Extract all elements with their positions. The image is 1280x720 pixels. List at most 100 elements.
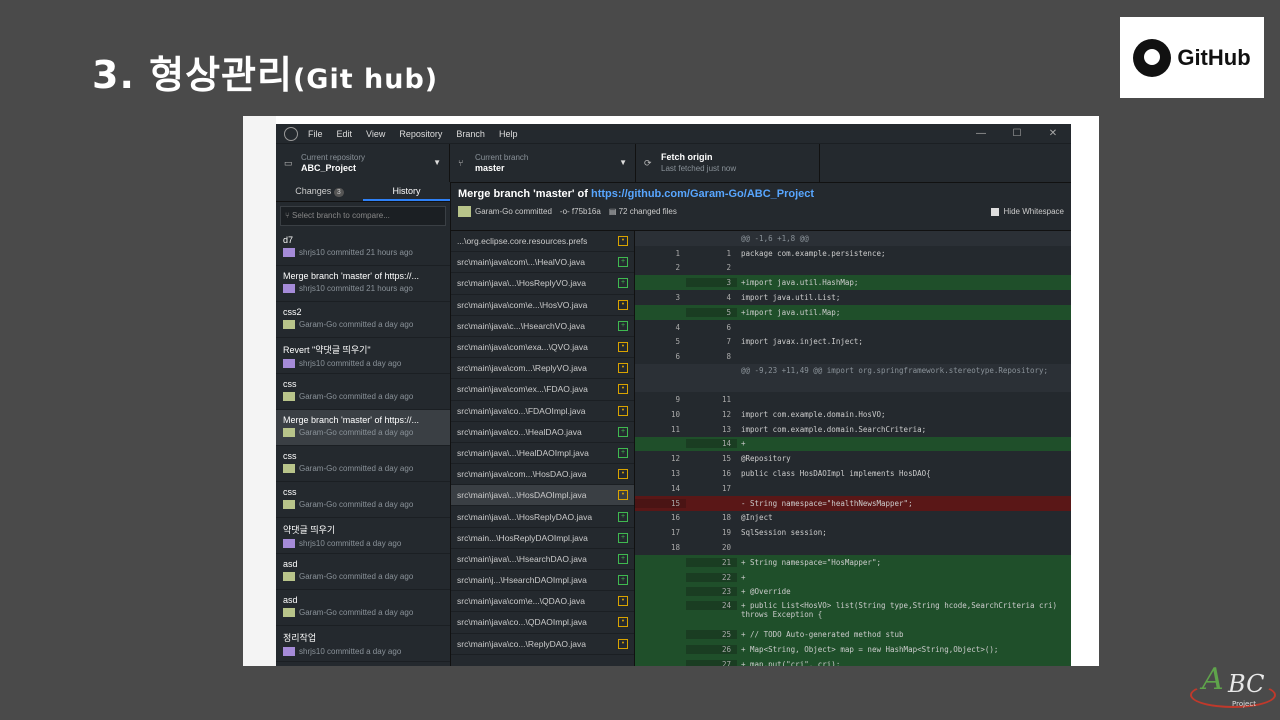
commit-item[interactable]: css Garam-Go committed a day ago [276, 482, 450, 518]
diff-line: 11 13 import com.example.domain.SearchCri… [635, 422, 1071, 437]
file-item[interactable]: src\main\java\co...\FDAOImpl.java • [451, 401, 634, 422]
diff-line: 9 11 [635, 392, 1071, 407]
file-item[interactable]: src\main...\HosReplyDAOImpl.java + [451, 528, 634, 549]
menu-view[interactable]: View [366, 129, 385, 139]
avatar [283, 608, 295, 617]
commit-item[interactable]: Merge branch 'master' of https://... shrj… [276, 266, 450, 302]
commit-item[interactable]: css2 Garam-Go committed a day ago [276, 302, 450, 338]
commit-item-sub: shrjs10 committed 21 hours ago [299, 248, 413, 257]
file-item[interactable]: src\main\java\...\HosDAOImpl.java • [451, 485, 634, 507]
diff-code: +import java.util.HashMap; [741, 278, 859, 288]
close-icon[interactable]: ✕ [1035, 128, 1071, 139]
commit-item-meta: shrjs10 committed 21 hours ago [283, 284, 443, 293]
file-item[interactable]: ...\org.eclipse.core.resources.prefs • [451, 231, 634, 253]
file-item[interactable]: src\main\java\...\HsearchDAO.java + [451, 549, 634, 570]
commit-item[interactable]: d7 shrjs10 committed 21 hours ago [276, 230, 450, 266]
menu-file[interactable]: File [308, 129, 323, 139]
file-item[interactable]: src\main\java\com...\ReplyVO.java • [451, 358, 634, 380]
commit-item-title: Revert "약댓글 띄우기" [283, 345, 371, 355]
commit-item-meta: Garam-Go committed a day ago [283, 464, 443, 473]
diff-line: @@ -1,6 +1,8 @@ [635, 231, 1071, 246]
commit-item[interactable]: asd Garam-Go committed a day ago [276, 590, 450, 626]
maximize-icon[interactable]: ☐ [999, 128, 1035, 139]
menu-repository[interactable]: Repository [399, 129, 442, 139]
avatar [283, 359, 295, 368]
diff-line: 3 4 import java.util.List; [635, 290, 1071, 305]
diff-new-line-number: 5 [686, 307, 737, 317]
diff-line: 12 15 @Repository [635, 451, 1071, 466]
chevron-down-icon: ▼ [619, 158, 627, 167]
file-item[interactable]: src\main\java\com\e...\QDAO.java • [451, 591, 634, 613]
file-item[interactable]: src\main\java\com...\HosDAO.java • [451, 464, 634, 486]
avatar [283, 647, 295, 656]
commit-title-text: Merge branch 'master' of [458, 188, 591, 200]
hide-whitespace-toggle[interactable]: Hide Whitespace [990, 207, 1064, 216]
commit-item-title: 정리작업 [283, 633, 317, 643]
slide-title: 3. 형상관리(Git hub) [92, 44, 438, 99]
file-item[interactable]: src\main\java\com\ex...\FDAO.java • [451, 379, 634, 401]
diff-old-line-number: 2 [675, 263, 680, 273]
avatar [283, 539, 295, 548]
diff-code: + @Override [741, 587, 791, 597]
minimize-icon[interactable]: — [963, 128, 999, 139]
branch-compare-input[interactable]: ⑂ Select branch to compare... [280, 206, 446, 226]
menu-edit[interactable]: Edit [337, 129, 353, 139]
avatar [283, 500, 295, 509]
diff-new-line-number: 11 [721, 395, 731, 405]
fetch-origin-button[interactable]: ⟳ Fetch origin Last fetched just now [636, 144, 820, 182]
current-branch-button[interactable]: ⑂ Current branch master ▼ [450, 144, 636, 182]
commit-item[interactable]: 정리작업 shrjs10 committed a day ago [276, 626, 450, 662]
commit-item-meta: shrjs10 committed a day ago [283, 359, 443, 368]
file-name: src\main\java\co...\HealDAO.java [457, 426, 582, 437]
checkbox[interactable] [990, 207, 999, 216]
file-added-icon: + [618, 511, 628, 522]
commit-item[interactable]: Revert "약댓글 띄우기" shrjs10 committed a day … [276, 338, 450, 374]
file-item[interactable]: src\main\java\co...\QDAOImpl.java • [451, 612, 634, 634]
file-item[interactable]: src\main\java\...\HosReplyVO.java + [451, 273, 634, 295]
commit-item-title: css2 [283, 307, 302, 317]
diff-new-line-number: 18 [721, 513, 731, 523]
diff-line: 3 +import java.util.HashMap; [635, 275, 1071, 291]
file-modified-icon: • [618, 469, 628, 480]
commit-item[interactable]: Merge branch 'master' of https://... Gara… [276, 410, 450, 446]
tab-changes[interactable]: Changes 3 [276, 182, 363, 201]
file-item[interactable]: src\main\java\com\...\HealVO.java + [451, 252, 634, 274]
diff-new-line-number: 17 [721, 483, 731, 493]
commit-list: d7 shrjs10 committed 21 hours ago Merge br… [276, 230, 450, 662]
file-modified-icon: • [618, 596, 628, 607]
file-name: src\main\java\co...\ReplyDAO.java [457, 638, 586, 649]
diff-line: 22 [635, 261, 1071, 276]
file-item[interactable]: src\main\java\com\exa...\QVO.java • [451, 337, 634, 359]
menu-branch[interactable]: Branch [456, 129, 485, 139]
commit-item[interactable]: 약댓글 띄우기 shrjs10 committed a day ago [276, 518, 450, 554]
file-item[interactable]: src\main\j...\HsearchDAOImpl.java + [451, 570, 634, 592]
file-item[interactable]: src\main\java\c...\HsearchVO.java + [451, 316, 634, 337]
branch-icon: ⑂ [458, 158, 464, 168]
commit-title-link[interactable]: https://github.com/Garam-Go/ABC_Project [591, 188, 814, 200]
diff-code: +import java.util.Map; [741, 307, 841, 317]
file-name: src\main\java\com\e...\QDAO.java [457, 596, 586, 607]
diff-line: 16 18 @Inject [635, 511, 1071, 526]
file-item[interactable]: src\main\java\...\HosReplyDAO.java + [451, 506, 634, 528]
commit-item-title: css [283, 379, 297, 389]
diff-old-line-number: 11 [670, 424, 680, 434]
tab-history[interactable]: History [363, 182, 450, 201]
commit-item-sub: shrjs10 committed a day ago [299, 539, 402, 548]
commit-item[interactable]: css Garam-Go committed a day ago [276, 374, 450, 410]
commit-item[interactable]: asd Garam-Go committed a day ago [276, 554, 450, 590]
sync-icon: ⟳ [644, 157, 652, 168]
commit-sha[interactable]: -o- f75b16a [560, 207, 601, 216]
diff-line: 10 12 import com.example.domain.HosVO; [635, 407, 1071, 422]
diff-line: 13 16 public class HosDAOImpl implements … [635, 466, 1071, 481]
file-item[interactable]: src\main\java\com\e...\HosVO.java • [451, 295, 634, 316]
file-item[interactable]: src\main\java\co...\ReplyDAO.java • [451, 634, 634, 655]
commit-item[interactable]: css Garam-Go committed a day ago [276, 446, 450, 482]
current-repository-button[interactable]: ▭ Current repository ABC_Project ▼ [276, 144, 450, 182]
file-item[interactable]: src\main\java\co...\HealDAO.java + [451, 422, 634, 443]
menu-help[interactable]: Help [499, 129, 518, 139]
commit-item-sub: Garam-Go committed a day ago [299, 464, 414, 473]
file-item[interactable]: src\main\java\...\HealDAOImpl.java + [451, 443, 634, 465]
history-sidebar: Changes 3 History ⑂ Select branch to com… [276, 182, 451, 666]
diff-line: 68 [635, 349, 1071, 364]
diff-code: @Inject [741, 513, 773, 523]
